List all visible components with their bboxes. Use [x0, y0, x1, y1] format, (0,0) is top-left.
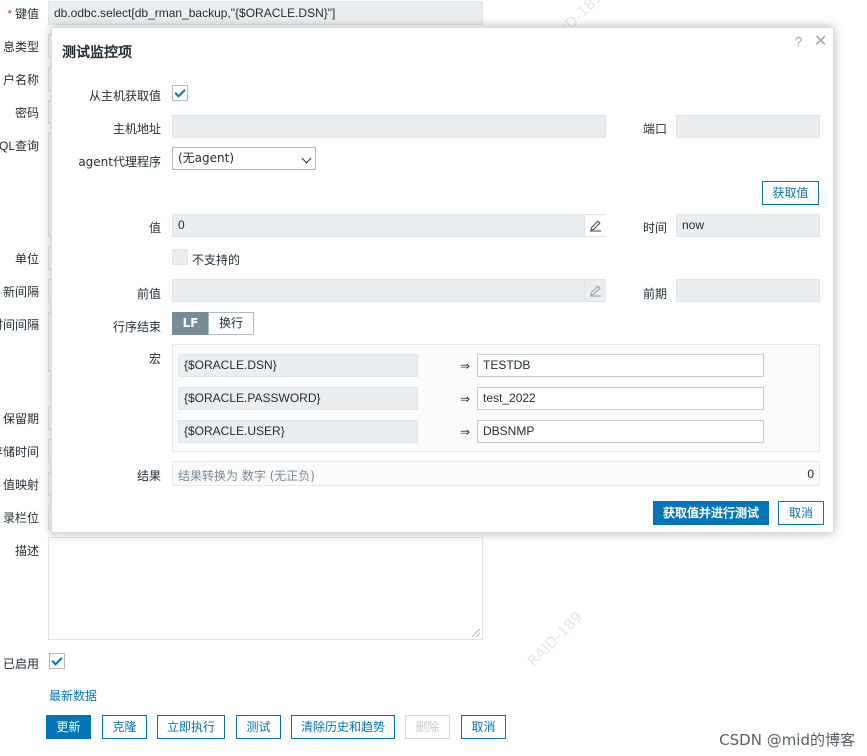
arrow-right-icon: ⇒ [460, 359, 471, 373]
label-update-interval: 新间隔 [2, 285, 39, 299]
dialog-cancel-button[interactable]: 取消 [778, 501, 824, 525]
value-input[interactable]: 0 [172, 214, 606, 237]
not-supported-checkbox [172, 249, 188, 265]
result-conversion-text: 结果转换为 数字 (无正负) [178, 469, 315, 483]
label-prev-value: 前值 [136, 287, 161, 301]
arrow-right-icon: ⇒ [460, 392, 471, 406]
clear-history-button[interactable]: 清除历史和趋势 [291, 715, 395, 739]
execute-now-button[interactable]: 立即执行 [157, 715, 225, 739]
label-result: 结果 [136, 469, 161, 483]
label-macros: 宏 [148, 352, 161, 366]
eol-option-lf[interactable]: LF [172, 312, 209, 335]
label-eol: 行序结束 [112, 320, 161, 334]
key-input[interactable]: db.odbc.select[db_rman_backup,"{$ORACLE.… [48, 1, 483, 25]
macro-value-input[interactable]: TESTDB [477, 354, 764, 377]
host-address-input[interactable] [172, 115, 606, 138]
label-proxy: agent代理程序 [78, 155, 161, 169]
macro-name: {$ORACLE.USER} [178, 420, 418, 443]
label-port: 端口 [643, 122, 668, 136]
port-input[interactable] [676, 115, 820, 138]
result-box: 结果转换为 数字 (无正负) 0 [172, 461, 820, 486]
close-icon[interactable]: ✕ [814, 31, 827, 51]
clone-button[interactable]: 克隆 [102, 715, 147, 739]
result-value: 0 [807, 467, 814, 481]
label-sql-query: QL查询 [0, 139, 39, 153]
prev-time-input [676, 279, 820, 302]
proxy-select[interactable]: (无agent) [172, 147, 316, 170]
macro-name: {$ORACLE.DSN} [178, 354, 418, 377]
prev-value-input [172, 279, 606, 302]
edit-value-button[interactable] [584, 215, 606, 236]
get-from-host-checkbox[interactable] [172, 85, 188, 101]
label-trend-storage: 存储时间 [0, 445, 39, 459]
label-prev-time: 前期 [643, 287, 668, 301]
time-input[interactable]: now [676, 214, 820, 237]
label-units: 单位 [14, 252, 39, 266]
label-description: 描述 [14, 544, 39, 558]
get-value-and-test-button[interactable]: 获取值并进行测试 [653, 501, 769, 525]
label-password: 密码 [14, 106, 39, 120]
macros-table: {$ORACLE.DSN} ⇒ TESTDB {$ORACLE.PASSWORD… [172, 344, 820, 452]
delete-button: 删除 [405, 715, 450, 739]
watermark: RAID-189 [523, 607, 587, 671]
label-value: 值 [148, 221, 161, 235]
value-text: 0 [178, 218, 185, 232]
edit-prev-value-button [584, 280, 606, 301]
label-not-supported: 不支持的 [192, 253, 241, 267]
proxy-selected-value: (无agent) [178, 151, 235, 165]
get-value-button[interactable]: 获取值 [762, 181, 819, 205]
label-value-mapping: 值映射 [2, 478, 39, 492]
label-custom-intervals: 时间间隔 [0, 318, 39, 332]
help-icon[interactable]: ? [795, 34, 802, 49]
dialog-title: 测试监控项 [62, 45, 132, 61]
eol-option-crlf[interactable]: 换行 [208, 312, 254, 335]
description-textarea[interactable] [48, 537, 483, 640]
resize-grip-icon[interactable] [472, 629, 480, 637]
chevron-down-icon [301, 153, 312, 164]
pencil-icon [590, 285, 601, 297]
latest-data-link[interactable]: 最新数据 [49, 687, 97, 704]
enabled-checkbox[interactable] [49, 653, 65, 669]
label-enabled: 已启用 [2, 657, 39, 671]
label-key: * 键值 [7, 7, 39, 21]
update-button[interactable]: 更新 [46, 715, 91, 739]
label-get-from-host: 从主机获取值 [88, 89, 161, 103]
pencil-icon [590, 220, 601, 232]
label-time: 时间 [643, 221, 668, 235]
label-history-storage: 保留期 [2, 412, 39, 426]
macro-value-input[interactable]: test_2022 [477, 387, 764, 410]
test-item-dialog: 测试监控项 ? ✕ 从主机获取值 主机地址 端口 agent代理程序 (无age… [51, 27, 834, 533]
macro-value-input[interactable]: DBSNMP [477, 420, 764, 443]
test-button[interactable]: 测试 [236, 715, 281, 739]
arrow-right-icon: ⇒ [460, 425, 471, 439]
label-host-address: 主机地址 [112, 122, 161, 136]
cancel-button[interactable]: 取消 [461, 715, 506, 739]
label-username: 户名称 [2, 73, 39, 87]
footer-credit: CSDN @mid的博客 [719, 731, 855, 749]
macro-name: {$ORACLE.PASSWORD} [178, 387, 418, 410]
label-info-type: 息类型 [2, 40, 39, 54]
label-inventory-field: 录栏位 [2, 511, 39, 525]
